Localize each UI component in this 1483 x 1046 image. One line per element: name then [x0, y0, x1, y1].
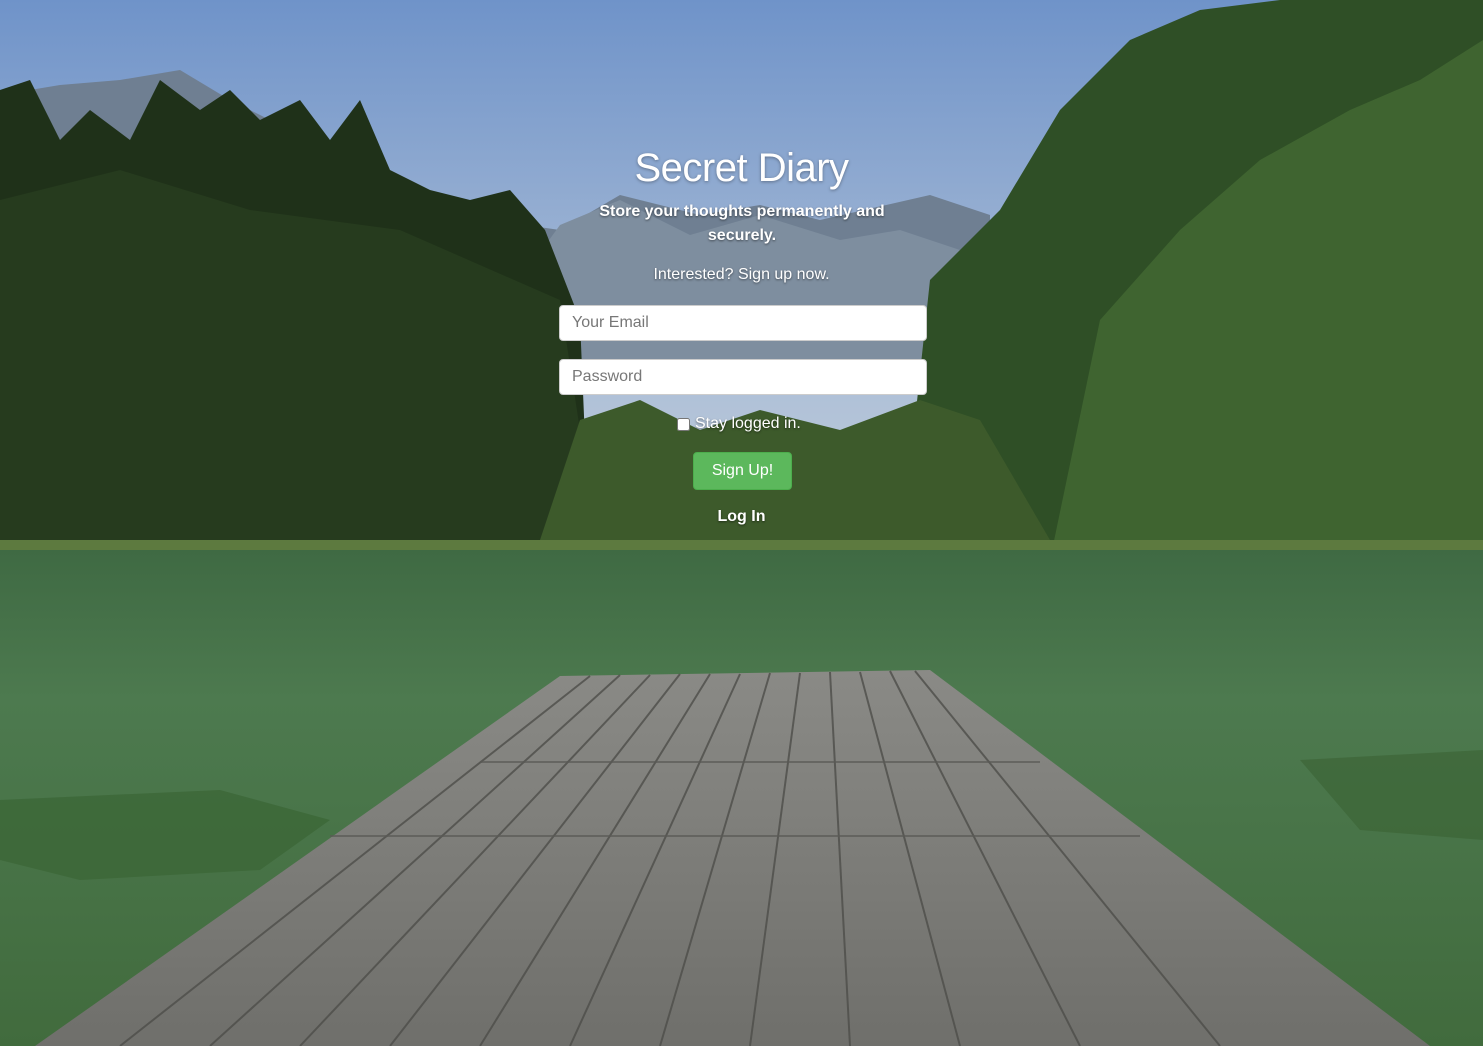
tagline: Store your thoughts permanently and secu…	[599, 203, 885, 244]
email-field[interactable]	[559, 305, 927, 341]
sign-up-button[interactable]: Sign Up!	[693, 452, 792, 490]
log-in-link[interactable]: Log In	[0, 508, 1483, 526]
signup-prompt: Interested? Sign up now.	[653, 266, 830, 283]
page-title: Secret Diary	[634, 146, 849, 190]
stay-logged-in-label: Stay logged in.	[695, 415, 801, 432]
stay-logged-in-checkbox[interactable]	[677, 417, 690, 431]
password-field[interactable]	[559, 359, 927, 395]
stay-logged-in-option[interactable]: Stay logged in.	[677, 414, 801, 434]
